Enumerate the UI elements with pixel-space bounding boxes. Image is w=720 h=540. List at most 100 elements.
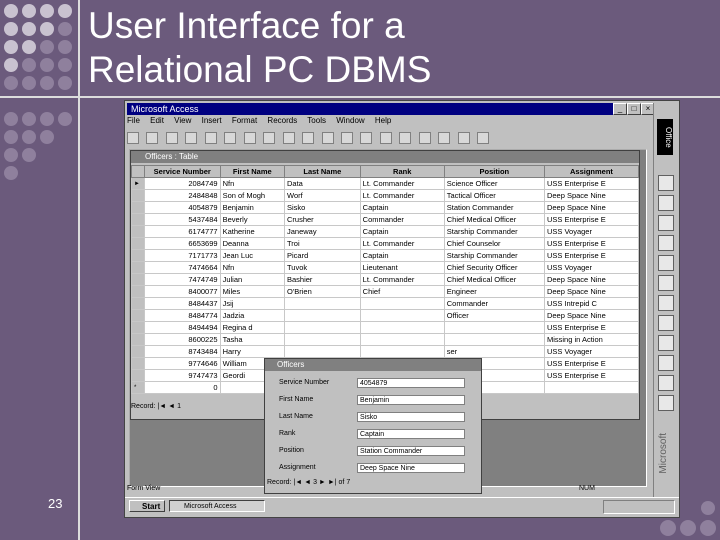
table-cell[interactable]: [284, 345, 361, 358]
menu-help[interactable]: Help: [375, 116, 391, 125]
table-cell[interactable]: 6653699: [143, 237, 221, 250]
table-cell[interactable]: Troi: [284, 237, 361, 250]
menu-records[interactable]: Records: [267, 116, 297, 125]
table-cell[interactable]: USS Voyager: [543, 345, 639, 358]
table-cell[interactable]: Benjamin: [219, 201, 286, 214]
col-service-number[interactable]: Service Number: [143, 165, 221, 178]
table-cell[interactable]: Deep Space Nine: [543, 309, 639, 322]
start-button[interactable]: Start: [129, 500, 165, 512]
table-cell[interactable]: ser: [443, 345, 545, 358]
table-cell[interactable]: Janeway: [284, 225, 361, 238]
row-selector[interactable]: [131, 357, 145, 370]
table-cell[interactable]: [359, 333, 445, 346]
table-row[interactable]: 5437484 Beverly Crusher Commander Chief Medi…: [131, 213, 639, 226]
table-row[interactable]: 8743484 Harry ser USS Voyager: [131, 345, 639, 358]
table-cell[interactable]: USS Enterprise E: [543, 237, 639, 250]
table-cell[interactable]: 4054879: [143, 201, 221, 214]
table-cell[interactable]: Picard: [284, 249, 361, 262]
save-icon[interactable]: [146, 132, 159, 144]
table-cell[interactable]: O'Brien: [284, 285, 361, 298]
table-cell[interactable]: Lt. Commander: [359, 273, 445, 286]
table-row[interactable]: 7171773 Jean Luc Picard Captain Starship Com…: [131, 249, 639, 262]
row-selector[interactable]: ►: [131, 177, 145, 190]
table-cell[interactable]: [284, 309, 361, 322]
menu-window[interactable]: Window: [336, 116, 364, 125]
menu-tools[interactable]: Tools: [307, 116, 326, 125]
table-cell[interactable]: USS Enterprise E: [543, 369, 639, 382]
table-cell[interactable]: Deep Space Nine: [543, 273, 639, 286]
table-cell[interactable]: [543, 381, 639, 394]
table-cell[interactable]: 7474749: [143, 273, 221, 286]
table-cell[interactable]: Deep Space Nine: [543, 189, 639, 202]
minimize-button[interactable]: _: [613, 103, 627, 115]
contacts-icon[interactable]: [658, 335, 674, 351]
paste-icon[interactable]: [263, 132, 276, 144]
table-row[interactable]: 2484848 Son of Mogh Worf Lt. Commander Tacti…: [131, 189, 639, 202]
table-cell[interactable]: Sisko: [284, 201, 361, 214]
row-selector[interactable]: [131, 237, 145, 250]
table-cell[interactable]: [284, 321, 361, 334]
table-cell[interactable]: Starship Commander: [443, 249, 545, 262]
form-field-position[interactable]: Station Commander: [357, 446, 465, 456]
table-cell[interactable]: Lt. Commander: [359, 237, 445, 250]
table-cell[interactable]: Starship Commander: [443, 225, 545, 238]
table-cell[interactable]: Officer: [443, 309, 545, 322]
sort-ascending-icon[interactable]: [302, 132, 315, 144]
table-cell[interactable]: USS Enterprise E: [543, 213, 639, 226]
delete-record-icon[interactable]: [418, 132, 431, 144]
prev-record-button[interactable]: ◄: [168, 403, 175, 410]
table-cell[interactable]: USS Enterprise E: [543, 321, 639, 334]
table-cell[interactable]: Science Officer: [443, 177, 545, 190]
table-cell[interactable]: Engineer: [443, 285, 545, 298]
row-selector[interactable]: [131, 369, 145, 382]
table-cell[interactable]: Data: [284, 177, 361, 190]
menu-insert[interactable]: Insert: [202, 116, 222, 125]
schedule-icon[interactable]: [658, 355, 674, 371]
first-record-button[interactable]: |◄: [157, 403, 166, 410]
office-folder-icon[interactable]: [658, 195, 674, 211]
table-cell[interactable]: 8484774: [143, 309, 221, 322]
table-row[interactable]: 8484774 Jadzia Officer Deep Space Nine: [131, 309, 639, 322]
table-row[interactable]: 8600225 Tasha Missing in Action: [131, 333, 639, 346]
row-selector[interactable]: [131, 201, 145, 214]
table-cell[interactable]: 8484437: [143, 297, 221, 310]
row-selector[interactable]: [131, 345, 145, 358]
row-selector[interactable]: [131, 321, 145, 334]
row-selector[interactable]: *: [131, 381, 145, 394]
table-cell[interactable]: 8400077: [143, 285, 221, 298]
table-cell[interactable]: USS Enterprise E: [543, 249, 639, 262]
maximize-button[interactable]: □: [627, 103, 641, 115]
table-cell[interactable]: Son of Mogh: [219, 189, 286, 202]
table-cell[interactable]: Worf: [284, 189, 361, 202]
table-cell[interactable]: Chief Medical Officer: [443, 273, 545, 286]
table-cell[interactable]: Station Commander: [443, 201, 545, 214]
table-cell[interactable]: Deanna: [219, 237, 286, 250]
form-field-rank[interactable]: Captain: [357, 429, 465, 439]
find-icon[interactable]: [379, 132, 392, 144]
table-cell[interactable]: 8600225: [143, 333, 221, 346]
row-selector[interactable]: [131, 213, 145, 226]
table-cell[interactable]: Captain: [359, 249, 445, 262]
table-cell[interactable]: Deep Space Nine: [543, 285, 639, 298]
print-icon[interactable]: [165, 132, 178, 144]
row-selector-header[interactable]: [131, 165, 145, 178]
table-cell[interactable]: Nfn: [219, 177, 286, 190]
table-cell[interactable]: Chief Counselor: [443, 237, 545, 250]
table-cell[interactable]: 9747473: [143, 369, 221, 382]
row-selector[interactable]: [131, 273, 145, 286]
table-cell[interactable]: Lieutenant: [359, 261, 445, 274]
new-record-icon[interactable]: [399, 132, 412, 144]
table-row[interactable]: 7474664 Nfn Tuvok Lieutenant Chief Security …: [131, 261, 639, 274]
table-cell[interactable]: [284, 297, 361, 310]
col-assignment[interactable]: Assignment: [543, 165, 639, 178]
copy-icon[interactable]: [243, 132, 256, 144]
table-row[interactable]: 4054879 Benjamin Sisko Captain Station Comma…: [131, 201, 639, 214]
table-row[interactable]: 8484437 Jsij Commander USS Intrepid C: [131, 297, 639, 310]
table-cell[interactable]: Captain: [359, 201, 445, 214]
table-cell[interactable]: Lt. Commander: [359, 177, 445, 190]
table-row[interactable]: 6653699 Deanna Troi Lt. Commander Chief Coun…: [131, 237, 639, 250]
table-cell[interactable]: Tuvok: [284, 261, 361, 274]
new-object-icon[interactable]: [457, 132, 470, 144]
database-window-icon[interactable]: [438, 132, 451, 144]
table-row[interactable]: 7474749 Julian Bashier Lt. Commander Chief M…: [131, 273, 639, 286]
